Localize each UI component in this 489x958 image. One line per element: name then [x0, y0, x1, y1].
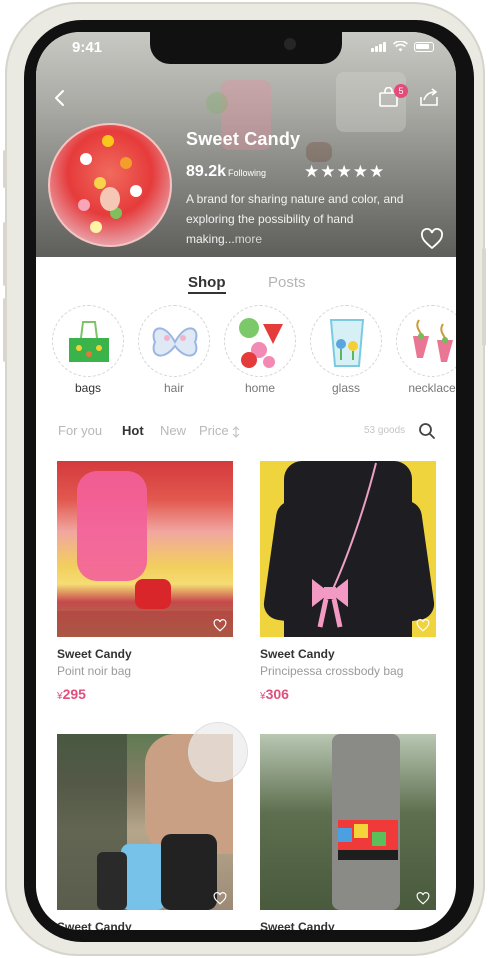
- heart-icon[interactable]: [420, 228, 444, 250]
- brand-name: Sweet Candy: [186, 129, 301, 149]
- header-background-decoration: [306, 142, 332, 162]
- status-icons: [371, 41, 434, 52]
- sort-arrow-icon: [232, 426, 240, 438]
- volume-up-button: [3, 222, 7, 286]
- product-title: Point noir bag: [57, 664, 132, 678]
- category-necklace[interactable]: necklace: [394, 305, 456, 395]
- mute-switch: [3, 150, 7, 188]
- touch-indicator: [188, 722, 248, 782]
- category-label: glass: [331, 381, 360, 395]
- bio-more-link[interactable]: more: [235, 232, 262, 246]
- product-image[interactable]: [260, 734, 436, 910]
- earring-icon: [396, 305, 456, 377]
- filter-bar: For you Hot New Price 53 goods: [36, 421, 456, 443]
- followers-count: 89.2k: [186, 163, 227, 180]
- product-card[interactable]: Sweet Candy Point noir bag ¥295: [57, 461, 235, 702]
- heart-icon[interactable]: [213, 892, 227, 905]
- heart-icon[interactable]: [213, 619, 227, 632]
- category-home[interactable]: home: [222, 305, 298, 395]
- followers-stat: 89.2k Following: [186, 163, 266, 181]
- category-label: necklace: [408, 381, 456, 395]
- phone-notch: [150, 32, 342, 64]
- content-tabs: Shop Posts: [36, 270, 456, 300]
- cellular-signal-icon: [371, 41, 387, 52]
- product-price: ¥295: [57, 686, 86, 702]
- bag-icon: [52, 305, 124, 377]
- shop-header: 9:41 5 Sweet Candy 89.2k Following ★★★★★…: [36, 32, 456, 257]
- heart-icon[interactable]: [416, 619, 430, 632]
- glass-cup-icon: [310, 305, 382, 377]
- filter-new[interactable]: New: [160, 423, 186, 438]
- strawberry-icon: [224, 305, 296, 377]
- cart-count-badge: 5: [394, 84, 408, 98]
- app-screen: 9:41 5 Sweet Candy 89.2k Following ★★★★★…: [36, 32, 456, 930]
- tab-shop[interactable]: Shop: [188, 274, 226, 294]
- wifi-icon: [393, 41, 408, 52]
- battery-icon: [414, 41, 434, 52]
- category-hair[interactable]: hair: [136, 305, 212, 395]
- product-image[interactable]: [57, 461, 233, 637]
- category-bags[interactable]: bags: [50, 305, 126, 395]
- header-background-decoration: [206, 92, 228, 114]
- product-card[interactable]: Sweet Candy Principessa crossbody bag ¥3…: [260, 461, 438, 702]
- power-button: [482, 248, 486, 346]
- product-title: Principessa crossbody bag: [260, 664, 404, 678]
- volume-down-button: [3, 298, 7, 362]
- brand-avatar[interactable]: [48, 123, 172, 247]
- category-label: bags: [74, 381, 102, 395]
- product-price: ¥306: [260, 686, 289, 702]
- product-brand: Sweet Candy: [57, 647, 132, 661]
- product-card[interactable]: Sweet Candy: [260, 734, 438, 930]
- followers-label: Following: [228, 168, 267, 178]
- product-image[interactable]: [260, 461, 436, 637]
- category-label: home: [244, 381, 276, 395]
- product-brand: Sweet Candy: [260, 647, 335, 661]
- product-brand: Sweet Candy: [260, 920, 335, 930]
- butterfly-clip-icon: [138, 305, 210, 377]
- category-carousel: bags hair home glass necklace: [36, 305, 456, 400]
- filter-hot[interactable]: Hot: [122, 423, 144, 438]
- share-icon[interactable]: [418, 87, 440, 107]
- back-arrow-icon[interactable]: [50, 88, 70, 108]
- heart-icon[interactable]: [416, 892, 430, 905]
- goods-count: 53 goods: [364, 425, 406, 436]
- bio-text: A brand for sharing nature and color, an…: [186, 192, 404, 246]
- rating-stars: ★★★★★: [304, 162, 386, 182]
- tab-posts[interactable]: Posts: [268, 274, 306, 291]
- search-icon[interactable]: [418, 422, 436, 440]
- brand-bio: A brand for sharing nature and color, an…: [186, 189, 426, 249]
- filter-price[interactable]: Price: [199, 423, 229, 438]
- product-brand: Sweet Candy: [57, 920, 132, 930]
- filter-for-you[interactable]: For you: [58, 423, 102, 438]
- status-time: 9:41: [72, 39, 103, 56]
- category-label: hair: [163, 381, 184, 395]
- category-glass[interactable]: glass: [308, 305, 384, 395]
